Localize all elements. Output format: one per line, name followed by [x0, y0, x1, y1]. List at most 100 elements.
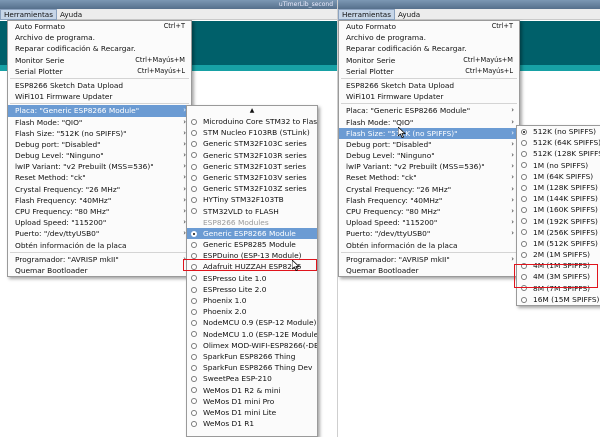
- menu-item-auto-formato[interactable]: Auto Formato Ctrl+T: [8, 21, 191, 32]
- radio-icon: [191, 342, 197, 349]
- menu-item-debug-level-ninguno[interactable]: Debug Level: "Ninguno" ›: [339, 150, 519, 161]
- board-option-phoenix-2-0[interactable]: Phoenix 2.0: [187, 306, 317, 317]
- menu-item-reset-method-ck[interactable]: Reset Method: "ck" ›: [8, 172, 191, 183]
- menu-item-wifi101-firmware-updater[interactable]: WiFi101 Firmware Updater: [8, 91, 191, 102]
- flash-option-1m-256k-spiffs[interactable]: 1M (256K SPIFFS): [517, 227, 600, 238]
- menu-item-programador-avrisp-mkii[interactable]: Programador: "AVRISP mkII" ›: [8, 254, 191, 265]
- menu-item-quemar-bootloader[interactable]: Quemar Bootloader: [339, 265, 519, 276]
- menu-item-archivo-de-programa[interactable]: Archivo de programa.: [8, 32, 191, 43]
- menu-item-crystal-frequency-26-mhz[interactable]: Crystal Frequency: "26 MHz" ›: [339, 184, 519, 195]
- menu-item-cpu-frequency-80-mhz[interactable]: CPU Frequency: "80 MHz" ›: [8, 206, 191, 217]
- board-option-espresso-lite-2-0[interactable]: ESPresso Lite 2.0: [187, 284, 317, 295]
- menu-item-auto-formato[interactable]: Auto Formato Ctrl+T: [339, 21, 519, 32]
- menu-item-programador-avrisp-mkii[interactable]: Programador: "AVRISP mkII" ›: [339, 254, 519, 265]
- flash-option-1m-no-spiffs[interactable]: 1M (no SPIFFS): [517, 160, 600, 171]
- menu-item-flash-mode-qio[interactable]: Flash Mode: "QIO" ›: [339, 117, 519, 128]
- menu-item-cpu-frequency-80-mhz[interactable]: CPU Frequency: "80 MHz" ›: [339, 206, 519, 217]
- radio-icon: [191, 230, 197, 237]
- menu-ayuda[interactable]: Ayuda: [395, 9, 423, 20]
- menu-item-flash-size-512k-no-spiffs[interactable]: Flash Size: "512K (no SPIFFS)"›: [339, 127, 519, 139]
- board-option-generic-stm32f103r-series[interactable]: Generic STM32F103R series: [187, 150, 317, 161]
- menu-item-lwip-variant-v2-prebuilt-mss-5[interactable]: lwIP Variant: "v2 Prebuilt (MSS=536)" ›: [8, 161, 191, 172]
- flash-option-512k-no-spiffs[interactable]: 512K (no SPIFFS): [517, 126, 600, 137]
- menu-item-obt-n-informaci-n-de-la-placa[interactable]: Obtén información de la placa: [8, 240, 191, 251]
- board-option-generic-stm32f103v-series[interactable]: Generic STM32F103V series: [187, 172, 317, 183]
- flash-option-1m-512k-spiffs[interactable]: 1M (512K SPIFFS): [517, 238, 600, 249]
- menu-item-monitor-serie[interactable]: Monitor Serie Ctrl+Mayús+M: [339, 55, 519, 66]
- menu-item-puerto-dev-ttyusb0[interactable]: Puerto: "/dev/ttyUSB0" ›: [8, 228, 191, 239]
- menu-ayuda[interactable]: Ayuda: [57, 9, 85, 20]
- flash-option-1m-160k-spiffs[interactable]: 1M (160K SPIFFS): [517, 204, 600, 215]
- board-option-stm-nucleo-f103rb-stlink[interactable]: STM Nucleo F103RB (STLink): [187, 127, 317, 138]
- board-option-stm32vld-to-flash[interactable]: STM32VLD to FLASH: [187, 206, 317, 217]
- radio-icon: [521, 207, 527, 214]
- menu-item-serial-plotter[interactable]: Serial Plotter Ctrl+Mayús+L: [8, 66, 191, 77]
- board-option-wemos-d1-mini-lite[interactable]: WeMos D1 mini Lite: [187, 407, 317, 418]
- option-label: WeMos D1 R2 & mini: [203, 385, 281, 395]
- flash-option-1m-192k-spiffs[interactable]: 1M (192K SPIFFS): [517, 216, 600, 227]
- board-option-sparkfun-esp8266-thing-dev[interactable]: SparkFun ESP8266 Thing Dev: [187, 362, 317, 373]
- menu-item-label: ESP8266 Sketch Data Upload: [346, 80, 455, 90]
- menu-item-esp8266-sketch-data-upload[interactable]: ESP8266 Sketch Data Upload: [8, 80, 191, 91]
- menu-item-debug-port-disabled[interactable]: Debug port: "Disabled" ›: [8, 139, 191, 150]
- shortcut-label: Ctrl+Mayús+L: [137, 66, 185, 75]
- scroll-up-icon[interactable]: ▲: [187, 106, 317, 116]
- board-option-olimex-mod-wifi-esp8266-dev[interactable]: Olimex MOD-WIFI-ESP8266(-DEV): [187, 340, 317, 351]
- menu-item-crystal-frequency-26-mhz[interactable]: Crystal Frequency: "26 MHz" ›: [8, 184, 191, 195]
- menu-item-lwip-variant-v2-prebuilt-mss-5[interactable]: lwIP Variant: "v2 Prebuilt (MSS=536)" ›: [339, 161, 519, 172]
- menu-item-monitor-serie[interactable]: Monitor Serie Ctrl+Mayús+M: [8, 55, 191, 66]
- menu-item-upload-speed-115200[interactable]: Upload Speed: "115200" ›: [339, 217, 519, 228]
- board-option-wemos-d1-r2-mini[interactable]: WeMos D1 R2 & mini: [187, 385, 317, 396]
- flash-option-1m-144k-spiffs[interactable]: 1M (144K SPIFFS): [517, 193, 600, 204]
- board-option-microduino-core-stm32-to-flash[interactable]: Microduino Core STM32 to Flash: [187, 116, 317, 127]
- menu-item-label: Monitor Serie: [15, 55, 65, 65]
- menu-item-reparar-codificaci-n-recargar[interactable]: Reparar codificación & Recargar.: [8, 43, 191, 54]
- board-option-generic-esp8285-module[interactable]: Generic ESP8285 Module: [187, 239, 317, 250]
- board-option-wemos-d1-r1[interactable]: WeMos D1 R1: [187, 418, 317, 429]
- board-option-wemos-d1-mini-pro[interactable]: WeMos D1 mini Pro: [187, 396, 317, 407]
- board-option-sweetpea-esp-210[interactable]: SweetPea ESP-210: [187, 373, 317, 384]
- menu-item-serial-plotter[interactable]: Serial Plotter Ctrl+Mayús+L: [339, 66, 519, 77]
- menu-herramientas[interactable]: Herramientas: [0, 9, 57, 20]
- flash-option-1m-128k-spiffs[interactable]: 1M (128K SPIFFS): [517, 182, 600, 193]
- menu-herramientas[interactable]: Herramientas: [338, 9, 395, 20]
- menu-item-obt-n-informaci-n-de-la-placa[interactable]: Obtén información de la placa: [339, 240, 519, 251]
- menu-item-label: Quemar Bootloader: [346, 265, 419, 275]
- board-option-generic-esp8266-module[interactable]: Generic ESP8266 Module: [187, 227, 317, 240]
- menu-item-flash-frequency-40mhz[interactable]: Flash Frequency: "40MHz" ›: [8, 195, 191, 206]
- board-option-generic-stm32f103t-series[interactable]: Generic STM32F103T series: [187, 161, 317, 172]
- menu-item-flash-frequency-40mhz[interactable]: Flash Frequency: "40MHz" ›: [339, 195, 519, 206]
- board-option-nodemcu-1-0-esp-12e-module[interactable]: NodeMCU 1.0 (ESP-12E Module): [187, 329, 317, 340]
- board-option-nodemcu-0-9-esp-12-module[interactable]: NodeMCU 0.9 (ESP-12 Module): [187, 317, 317, 328]
- board-option-generic-stm32f103c-series[interactable]: Generic STM32F103C series: [187, 138, 317, 149]
- flash-option-512k-64k-spiffs[interactable]: 512K (64K SPIFFS): [517, 137, 600, 148]
- menu-item-label: CPU Frequency: "80 MHz": [346, 207, 441, 216]
- board-option-espresso-lite-1-0[interactable]: ESPresso Lite 1.0: [187, 273, 317, 284]
- menu-item-reset-method-ck[interactable]: Reset Method: "ck" ›: [339, 172, 519, 183]
- menu-item-debug-port-disabled[interactable]: Debug port: "Disabled" ›: [339, 139, 519, 150]
- board-option-sparkfun-esp8266-thing[interactable]: SparkFun ESP8266 Thing: [187, 351, 317, 362]
- flash-option-512k-128k-spiffs[interactable]: 512K (128K SPIFFS): [517, 148, 600, 159]
- flash-option-16m-15m-spiffs[interactable]: 16M (15M SPIFFS): [517, 294, 600, 305]
- menu-item-upload-speed-115200[interactable]: Upload Speed: "115200" ›: [8, 217, 191, 228]
- menu-item-placa-generic-esp8266-module[interactable]: Placa: "Generic ESP8266 Module" ›: [8, 105, 191, 117]
- flash-option-1m-64k-spiffs[interactable]: 1M (64K SPIFFS): [517, 171, 600, 182]
- menu-item-puerto-dev-ttyusb0[interactable]: Puerto: "/dev/ttyUSB0" ›: [339, 228, 519, 239]
- board-option-phoenix-1-0[interactable]: Phoenix 1.0: [187, 295, 317, 306]
- flash-option-2m-1m-spiffs[interactable]: 2M (1M SPIFFS): [517, 249, 600, 260]
- option-label: Microduino Core STM32 to Flash: [203, 117, 317, 126]
- option-label: 1M (64K SPIFFS): [533, 171, 594, 181]
- board-option-hytiny-stm32f103tb[interactable]: HYTiny STM32F103TB: [187, 194, 317, 205]
- menu-item-flash-mode-qio[interactable]: Flash Mode: "QIO" ›: [8, 117, 191, 128]
- menu-item-esp8266-sketch-data-upload[interactable]: ESP8266 Sketch Data Upload: [339, 80, 519, 91]
- menu-item-archivo-de-programa[interactable]: Archivo de programa.: [339, 32, 519, 43]
- menu-item-quemar-bootloader[interactable]: Quemar Bootloader: [8, 265, 191, 276]
- menu-item-placa-generic-esp8266-module[interactable]: Placa: "Generic ESP8266 Module" ›: [339, 105, 519, 116]
- menu-item-debug-level-ninguno[interactable]: Debug Level: "Ninguno" ›: [8, 150, 191, 161]
- menu-item-label: lwIP Variant: "v2 Prebuilt (MSS=536)": [15, 162, 154, 172]
- menu-item-wifi101-firmware-updater[interactable]: WiFi101 Firmware Updater: [339, 91, 519, 102]
- menu-item-reparar-codificaci-n-recargar[interactable]: Reparar codificación & Recargar.: [339, 43, 519, 54]
- menu-item-flash-size-512k-no-spiffs[interactable]: Flash Size: "512K (no SPIFFS)"›: [8, 128, 191, 139]
- board-option-generic-stm32f103z-series[interactable]: Generic STM32F103Z series: [187, 183, 317, 194]
- menu-item-label: CPU Frequency: "80 MHz": [15, 207, 110, 216]
